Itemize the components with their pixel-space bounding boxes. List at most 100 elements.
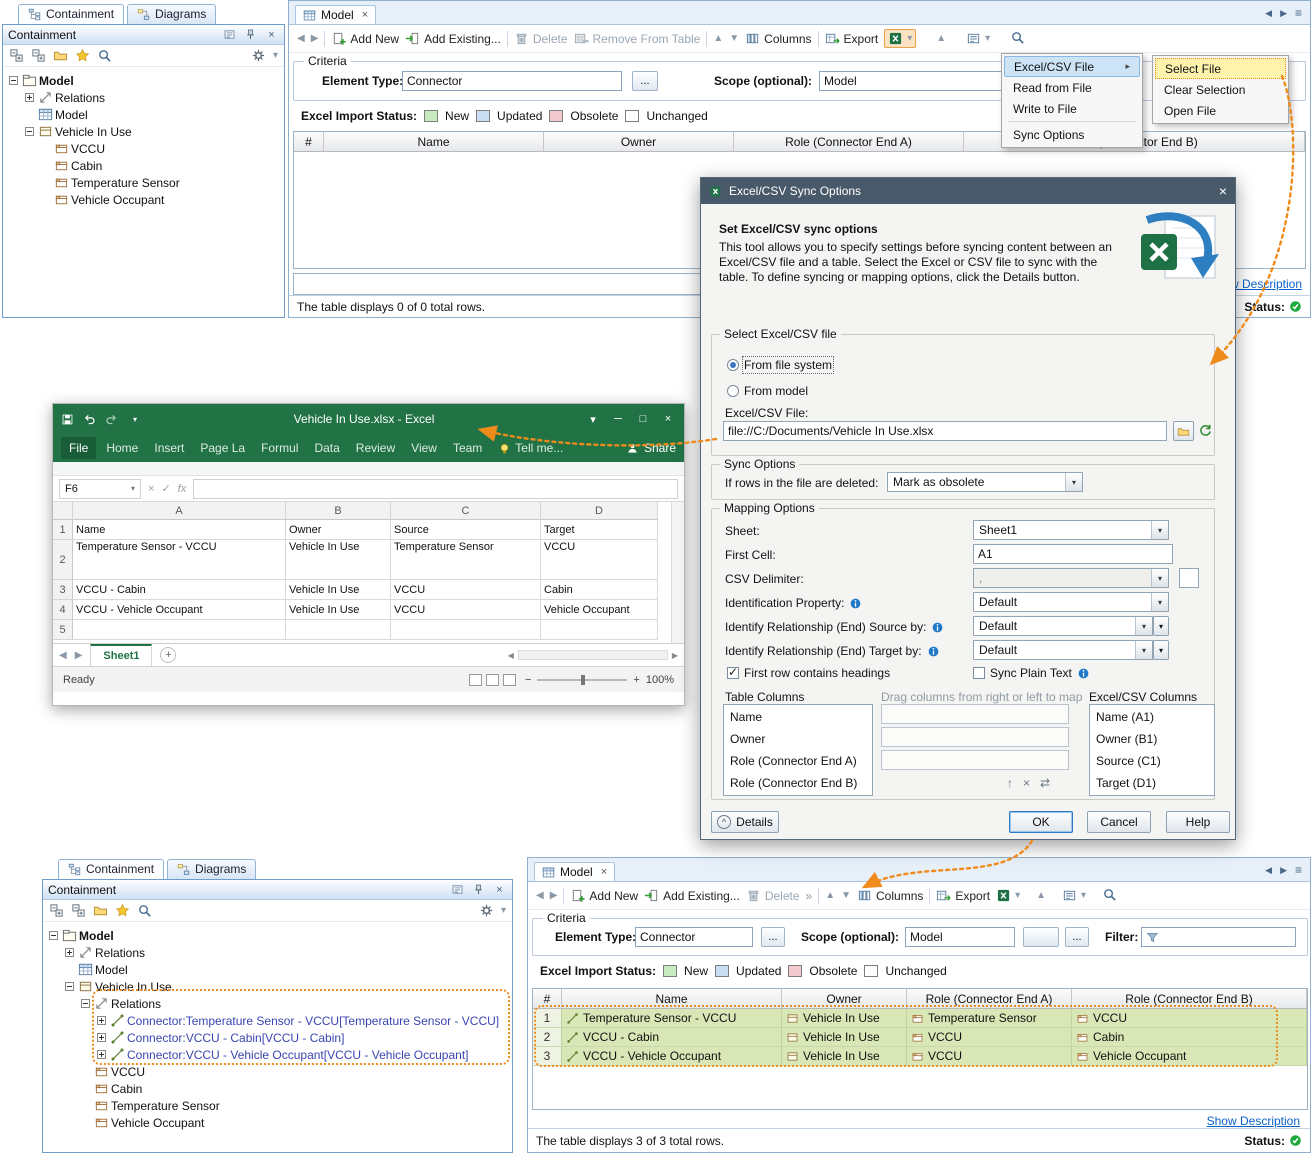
cancel-button[interactable]: Cancel bbox=[1087, 811, 1151, 833]
zoom-slider-thumb[interactable] bbox=[581, 675, 585, 685]
map-move-icon[interactable]: ↑ bbox=[1007, 776, 1013, 790]
filter-input[interactable] bbox=[1141, 927, 1296, 947]
map-auto-icon[interactable]: ⇄ bbox=[1040, 776, 1050, 790]
expander-plus-icon[interactable] bbox=[65, 948, 74, 957]
expand-all-icon[interactable] bbox=[71, 903, 86, 918]
back-icon[interactable]: ◀ bbox=[536, 890, 544, 901]
table-row[interactable]: 1 Temperature Sensor - VCCU Vehicle In U… bbox=[533, 1009, 1307, 1028]
help-button[interactable]: Help bbox=[1166, 811, 1230, 833]
menu-item-read-from-file[interactable]: Read from File bbox=[1004, 77, 1140, 98]
select-all-corner[interactable] bbox=[53, 502, 73, 520]
undo-icon[interactable] bbox=[83, 413, 96, 426]
info-icon[interactable] bbox=[1077, 667, 1090, 680]
role-a-cell[interactable]: VCCU bbox=[907, 1028, 1072, 1047]
radio-from-model[interactable]: From model bbox=[727, 384, 808, 398]
view-options-button[interactable]: ▾ bbox=[966, 31, 990, 46]
move-up-icon[interactable]: ▲ bbox=[713, 33, 723, 44]
view-options-button[interactable]: ▾ bbox=[1062, 888, 1086, 903]
page-break-view-icon[interactable] bbox=[503, 674, 516, 686]
tree-item-connector-2[interactable]: Connector:VCCU - Cabin[VCCU - Cabin] bbox=[45, 1029, 510, 1046]
tree-item-cabin[interactable]: Cabin bbox=[45, 1080, 510, 1097]
forward-icon[interactable]: ▶ bbox=[550, 890, 558, 901]
element-type-browse-button[interactable]: ... bbox=[761, 927, 785, 947]
cell-a3[interactable]: VCCU - Cabin bbox=[73, 580, 286, 600]
tree-item-relations-expanded[interactable]: Relations bbox=[45, 995, 510, 1012]
zoom-in-icon[interactable]: + bbox=[633, 674, 639, 686]
scope-browse-button[interactable]: ... bbox=[1065, 927, 1089, 947]
cell-c1[interactable]: Source bbox=[391, 520, 541, 540]
tree-item-model-table[interactable]: Model bbox=[45, 961, 510, 978]
cell-b1[interactable]: Owner bbox=[286, 520, 391, 540]
name-cell[interactable]: Temperature Sensor - VCCU bbox=[562, 1009, 782, 1028]
row-header[interactable]: 4 bbox=[53, 600, 73, 620]
vertical-scrollbar[interactable] bbox=[671, 502, 684, 643]
cell-a2[interactable]: Temperature Sensor - VCCU bbox=[73, 540, 286, 580]
maximize-icon[interactable]: □ bbox=[635, 413, 651, 425]
tree-item-temperature-sensor[interactable]: Temperature Sensor bbox=[45, 1097, 510, 1114]
add-existing-button[interactable]: Add Existing... bbox=[405, 31, 501, 46]
close-icon[interactable]: × bbox=[660, 413, 676, 425]
checkbox-checked-icon[interactable] bbox=[727, 667, 739, 679]
hscroll-right-icon[interactable]: ▶ bbox=[672, 651, 678, 660]
excel-csv-menu-button[interactable]: ▾ bbox=[884, 29, 916, 48]
column-header-a[interactable]: A bbox=[73, 502, 286, 520]
col-name[interactable]: Name bbox=[562, 989, 782, 1008]
tab-list-icon[interactable]: ≡ bbox=[1295, 6, 1302, 20]
menu-item-sync-options[interactable]: Sync Options bbox=[1004, 124, 1140, 145]
horizontal-scrollbar[interactable]: ◀ ▶ bbox=[508, 650, 678, 660]
sheet-combo[interactable]: Sheet1▾ bbox=[973, 520, 1169, 540]
settings-gear-icon[interactable] bbox=[251, 48, 266, 63]
scope-input[interactable]: Model bbox=[819, 71, 1004, 91]
zoom-out-icon[interactable]: − bbox=[525, 674, 531, 686]
list-item[interactable]: Name (A1) bbox=[1091, 706, 1213, 728]
sheet-tab-sheet1[interactable]: Sheet1 bbox=[90, 644, 152, 666]
delete-button[interactable]: Delete bbox=[746, 888, 800, 903]
name-cell[interactable]: VCCU - Vehicle Occupant bbox=[562, 1047, 782, 1066]
expander-plus-icon[interactable] bbox=[97, 1050, 106, 1059]
search-button[interactable] bbox=[1010, 30, 1025, 48]
expander-plus-icon[interactable] bbox=[97, 1033, 106, 1042]
tree-item-model-root[interactable]: Model bbox=[5, 72, 282, 89]
open-in-new-tree-icon[interactable] bbox=[53, 48, 68, 63]
scope-input[interactable]: Model bbox=[905, 927, 1015, 947]
col-number[interactable]: # bbox=[294, 132, 324, 151]
save-icon[interactable] bbox=[61, 413, 74, 426]
browse-file-button[interactable] bbox=[1173, 421, 1194, 441]
owner-cell[interactable]: Vehicle In Use bbox=[782, 1028, 907, 1047]
add-existing-button[interactable]: Add Existing... bbox=[644, 888, 740, 903]
pin-icon[interactable] bbox=[471, 883, 486, 897]
dialog-titlebar[interactable]: Excel/CSV Sync Options × bbox=[701, 178, 1235, 204]
close-icon[interactable]: × bbox=[264, 28, 279, 42]
column-header-c[interactable]: C bbox=[391, 502, 541, 520]
menu-item-excel-csv-file[interactable]: Excel/CSV File▸ bbox=[1004, 56, 1140, 77]
show-description-link[interactable]: Show Description bbox=[1207, 1114, 1300, 1128]
table-row[interactable]: 3 VCCU - Vehicle Occupant Vehicle In Use… bbox=[533, 1047, 1307, 1066]
cell-a5[interactable] bbox=[73, 620, 286, 640]
sync-plain-text-checkbox[interactable]: Sync Plain Text bbox=[973, 666, 1090, 680]
tab-diagrams[interactable]: Diagrams bbox=[127, 4, 216, 24]
cell-d2[interactable]: VCCU bbox=[541, 540, 658, 580]
cell-b5[interactable] bbox=[286, 620, 391, 640]
cell-d4[interactable]: Vehicle Occupant bbox=[541, 600, 658, 620]
element-type-browse-button[interactable]: ... bbox=[632, 71, 658, 91]
ribbon-tab-page-layout[interactable]: Page La bbox=[192, 437, 253, 459]
excel-titlebar[interactable]: ▾ Vehicle In Use.xlsx - Excel ▾ ─ □ × bbox=[53, 404, 684, 434]
tree-item-vehicle-occupant[interactable]: Vehicle Occupant bbox=[45, 1114, 510, 1131]
cell-c5[interactable] bbox=[391, 620, 541, 640]
excel-csv-menu-button[interactable]: ▾ bbox=[996, 888, 1020, 903]
menu-item-write-to-file[interactable]: Write to File bbox=[1004, 98, 1140, 119]
rows-deleted-combo[interactable]: Mark as obsolete▾ bbox=[887, 472, 1083, 492]
scroll-tabs-left-icon[interactable]: ◀ bbox=[1265, 865, 1272, 876]
tree-item-relations[interactable]: Relations bbox=[5, 89, 282, 106]
scroll-tabs-right-icon[interactable]: ▶ bbox=[1280, 8, 1287, 19]
col-number[interactable]: # bbox=[533, 989, 562, 1008]
scroll-tabs-right-icon[interactable]: ▶ bbox=[1280, 865, 1287, 876]
cell-a1[interactable]: Name bbox=[73, 520, 286, 540]
role-a-cell[interactable]: Temperature Sensor bbox=[907, 1009, 1072, 1028]
list-item[interactable]: Owner bbox=[725, 728, 871, 750]
dialog-close-icon[interactable]: × bbox=[1219, 183, 1227, 199]
cell-d1[interactable]: Target bbox=[541, 520, 658, 540]
info-icon[interactable] bbox=[931, 621, 944, 634]
hscroll-track[interactable] bbox=[518, 650, 668, 660]
scope-options-button[interactable] bbox=[1023, 927, 1059, 947]
